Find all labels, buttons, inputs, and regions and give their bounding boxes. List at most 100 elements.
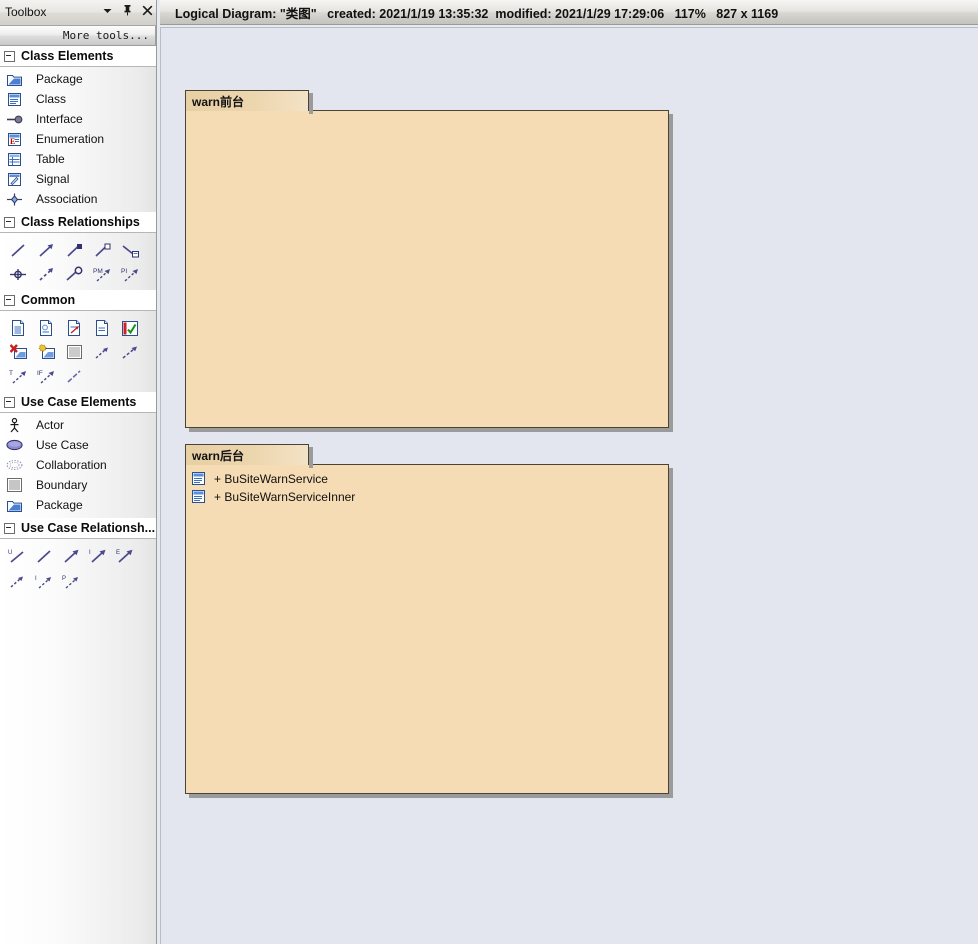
precedes-icon[interactable]: P — [58, 569, 85, 594]
tool-item-package[interactable]: Package — [0, 495, 156, 515]
section-label: Use Case Relationsh... — [21, 521, 156, 535]
application-window: Toolbox More tools... Class Elements Pac… — [0, 0, 978, 944]
class-icon — [192, 472, 208, 486]
section-header-use-case-relationships[interactable]: Use Case Relationsh... — [0, 518, 156, 539]
boundary-icon — [5, 477, 23, 493]
package-member[interactable]: + BuSiteWarnService — [186, 470, 668, 488]
tool-item-table[interactable]: Table — [0, 149, 156, 169]
tool-item-boundary[interactable]: Boundary — [0, 475, 156, 495]
tool-item-use-case[interactable]: Use Case — [0, 435, 156, 455]
diagram-canvas[interactable]: warn前台 warn后台 + BuSiteWarnService + BuSi… — [160, 27, 978, 944]
boundary-icon[interactable] — [60, 340, 88, 364]
interface-icon — [5, 111, 23, 127]
dependency-dashed-icon[interactable] — [4, 569, 31, 594]
note-icon[interactable] — [4, 316, 32, 340]
generalize-arrow-icon[interactable] — [58, 544, 85, 569]
svg-text:PM: PM — [93, 268, 103, 275]
enumeration-icon: E — [5, 131, 23, 147]
more-tools-label: More tools... — [62, 29, 149, 42]
section-header-use-case-elements[interactable]: Use Case Elements — [0, 392, 156, 413]
diagram-area: Logical Diagram: "类图" created: 2021/1/19… — [157, 0, 978, 944]
package-tab-shadow — [309, 447, 313, 468]
tool-item-label: Use Case — [36, 438, 89, 452]
checklist-icon[interactable] — [116, 316, 144, 340]
more-tools-button[interactable]: More tools... — [0, 26, 156, 46]
diagram-title: Logical Diagram: "类图" created: 2021/1/19… — [175, 6, 779, 21]
plain-line-icon[interactable] — [60, 364, 88, 388]
tool-item-association[interactable]: Association — [0, 189, 156, 209]
tool-item-class[interactable]: Class — [0, 89, 156, 109]
dependency-dashed-icon[interactable] — [32, 262, 60, 286]
collapse-icon[interactable] — [4, 396, 15, 408]
invokes-icon[interactable]: I — [31, 569, 58, 594]
svg-text:I: I — [35, 576, 37, 582]
trace-t-icon[interactable]: T — [4, 364, 32, 388]
realize-circle-icon[interactable] — [60, 262, 88, 286]
diagram-delete-icon[interactable] — [4, 340, 32, 364]
tool-item-label: Signal — [36, 172, 70, 186]
package-merge-icon[interactable]: PM — [88, 262, 116, 286]
package-member[interactable]: + BuSiteWarnServiceInner — [186, 488, 668, 506]
svg-text:P: P — [62, 576, 66, 582]
toolbox-titlebar: Toolbox — [0, 0, 156, 26]
tool-item-interface[interactable]: Interface — [0, 109, 156, 129]
collapse-icon[interactable] — [4, 50, 15, 62]
association-icon — [5, 191, 23, 207]
tool-item-label: Association — [36, 192, 98, 206]
assembly-icon[interactable] — [4, 262, 32, 286]
tool-item-signal[interactable]: Signal — [0, 169, 156, 189]
dependency-arrow-icon[interactable] — [116, 340, 144, 364]
tool-item-actor[interactable]: Actor — [0, 415, 156, 435]
package-tab[interactable]: warn后台 — [185, 444, 309, 465]
pin-icon[interactable] — [122, 4, 133, 16]
svg-text:PI: PI — [121, 268, 127, 275]
tool-item-label: Class — [36, 92, 67, 106]
use-line-icon[interactable]: U — [4, 544, 31, 569]
trace-dashed-icon[interactable] — [88, 340, 116, 364]
tool-item-label: Package — [36, 72, 83, 86]
extend-arrow-icon[interactable]: E — [112, 544, 139, 569]
include-arrow-icon[interactable]: I — [85, 544, 112, 569]
package-icon — [5, 497, 23, 513]
package-body[interactable] — [185, 110, 669, 428]
aggregate-filled-icon[interactable] — [60, 238, 88, 262]
generalize-arrow-icon[interactable] — [32, 238, 60, 262]
tool-item-label: Package — [36, 498, 83, 512]
class-icon — [5, 91, 23, 107]
text-icon[interactable] — [88, 316, 116, 340]
collapse-icon[interactable] — [4, 216, 15, 228]
note-constraint-icon[interactable] — [32, 316, 60, 340]
section-header-class-relationships[interactable]: Class Relationships — [0, 212, 156, 233]
compose-hollow-icon[interactable] — [88, 238, 116, 262]
section-items-common: T IF — [0, 311, 152, 392]
tool-item-label: Enumeration — [36, 132, 105, 146]
close-icon[interactable] — [142, 5, 153, 16]
section-items-use-case-relationships: U I E I P — [0, 539, 152, 598]
associate-class-icon[interactable] — [116, 238, 144, 262]
package-import-icon[interactable]: PI — [116, 262, 144, 286]
section-header-common[interactable]: Common — [0, 290, 156, 311]
note-link-icon[interactable] — [60, 316, 88, 340]
section-items-use-case-elements: Actor Use Case Collaboration Boundary Pa… — [0, 413, 156, 518]
toolbox-window-buttons — [102, 4, 153, 16]
package-member-label: + BuSiteWarnServiceInner — [214, 490, 356, 504]
package-tab[interactable]: warn前台 — [185, 90, 309, 111]
package-body[interactable]: + BuSiteWarnService + BuSiteWarnServiceI… — [185, 464, 669, 794]
tool-item-enumeration[interactable]: E Enumeration — [0, 129, 156, 149]
diagram-gear-icon[interactable] — [32, 340, 60, 364]
collapse-icon[interactable] — [4, 522, 15, 534]
package-warn-backend[interactable]: warn后台 + BuSiteWarnService + BuSiteWarnS… — [185, 444, 673, 798]
section-header-class-elements[interactable]: Class Elements — [0, 46, 156, 67]
chevron-down-icon[interactable] — [102, 5, 113, 16]
toolbox-title: Toolbox — [5, 5, 47, 19]
tool-item-package[interactable]: Package — [0, 69, 156, 89]
associate-line-icon[interactable] — [31, 544, 58, 569]
collaboration-icon — [5, 457, 23, 473]
section-items-class-elements: Package Class Interface E Enumeration Ta… — [0, 67, 156, 212]
tool-item-collaboration[interactable]: Collaboration — [0, 455, 156, 475]
information-flow-icon[interactable]: IF — [32, 364, 60, 388]
associate-line-icon[interactable] — [4, 238, 32, 262]
diagram-titlebar: Logical Diagram: "类图" created: 2021/1/19… — [160, 0, 978, 25]
package-warn-frontend[interactable]: warn前台 — [185, 90, 673, 432]
collapse-icon[interactable] — [4, 294, 15, 306]
